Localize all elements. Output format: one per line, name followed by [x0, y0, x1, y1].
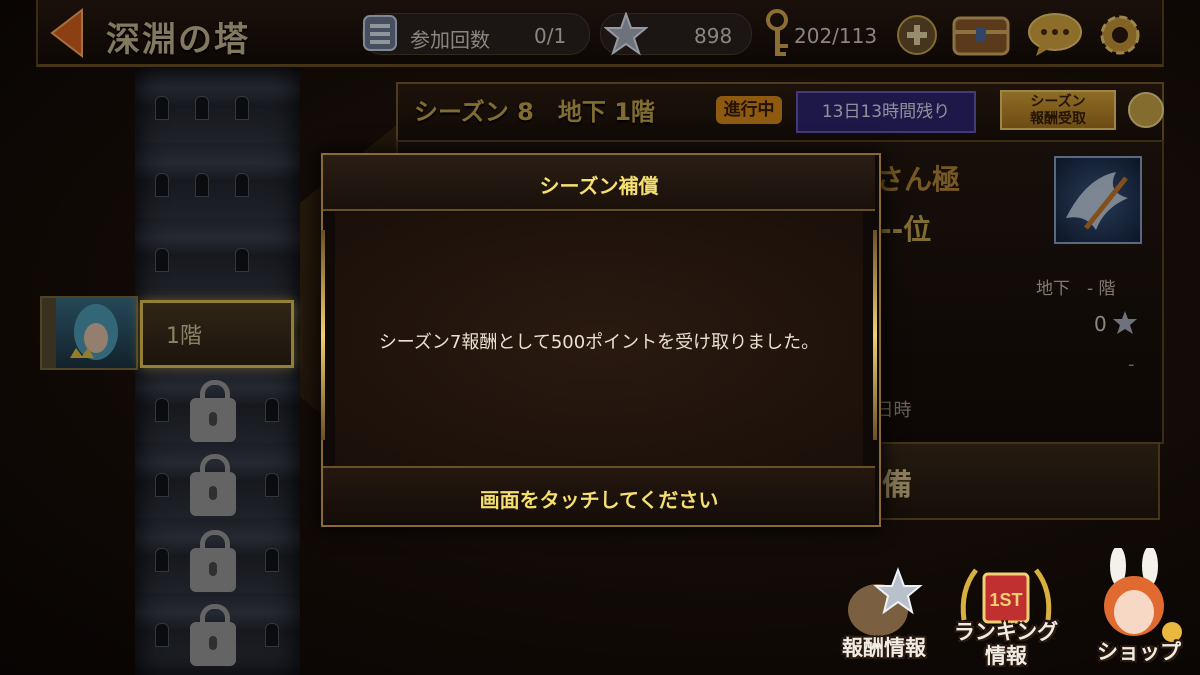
- ranking-info-label-line1: ランキング: [953, 620, 1059, 644]
- touch-prompt[interactable]: 画面をタッチしてください: [323, 484, 875, 513]
- dialog-message: シーズン7報酬として500ポイントを受け取りました。: [378, 332, 820, 353]
- ranking-info-label: ランキング 情報: [944, 620, 1068, 668]
- reward-info-label: 報酬情報: [842, 636, 926, 660]
- shop-label: ショップ: [1097, 640, 1181, 664]
- ranking-info-label-line2: 情報: [985, 644, 1027, 668]
- reward-bag-icon[interactable]: [838, 560, 934, 640]
- shop-bunny-girl-icon[interactable]: [1080, 548, 1190, 648]
- dialog-title: シーズン補償: [539, 174, 659, 198]
- svg-text:1ST: 1ST: [989, 590, 1022, 610]
